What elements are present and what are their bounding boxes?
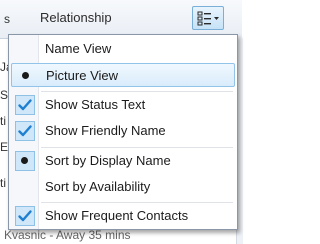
menu-item-label: Picture View	[46, 68, 119, 83]
view-options-button[interactable]	[192, 6, 224, 30]
menu-separator	[41, 91, 233, 92]
menu-item-label: Sort by Availability	[45, 179, 151, 194]
menu-item-picture-view[interactable]: Picture View	[11, 63, 235, 87]
menu-item-name-view[interactable]: Name View	[11, 37, 235, 61]
view-options-icon	[197, 11, 219, 26]
menu-item-label: Name View	[45, 41, 112, 56]
menu-item-sort-display-name[interactable]: Sort by Display Name	[11, 149, 235, 173]
menu-separator	[41, 147, 233, 148]
column-header-fragment[interactable]: s	[4, 12, 10, 26]
menu-separator	[41, 202, 233, 203]
radio-dot-icon	[15, 151, 35, 171]
list-item[interactable]: E	[0, 140, 8, 154]
checkmark-icon	[15, 121, 35, 141]
menu-item-label: Show Friendly Name	[45, 123, 166, 138]
contact-status-text: Kvasnic - Away 35 mins	[4, 228, 131, 242]
menu-item-show-friendly-name[interactable]: Show Friendly Name	[11, 119, 235, 143]
list-item[interactable]: ti	[0, 176, 6, 190]
radio-dot-icon	[16, 66, 36, 86]
relationship-column-header[interactable]: Relationship	[40, 10, 112, 25]
menu-item-show-status-text[interactable]: Show Status Text	[11, 93, 235, 117]
menu-item-show-frequent-contacts[interactable]: Show Frequent Contacts	[11, 204, 235, 228]
checkmark-icon	[15, 95, 35, 115]
chevron-down-icon	[214, 17, 219, 20]
menu-item-label: Sort by Display Name	[45, 153, 171, 168]
checkmark-icon	[15, 206, 35, 226]
menu-item-label: Show Frequent Contacts	[45, 208, 189, 223]
menu-item-sort-availability[interactable]: Sort by Availability	[11, 175, 235, 199]
list-item[interactable]: ti	[0, 114, 6, 128]
menu-item-label: Show Status Text	[45, 97, 146, 112]
view-options-menu: Name View Picture View Show Status Text …	[8, 34, 238, 230]
